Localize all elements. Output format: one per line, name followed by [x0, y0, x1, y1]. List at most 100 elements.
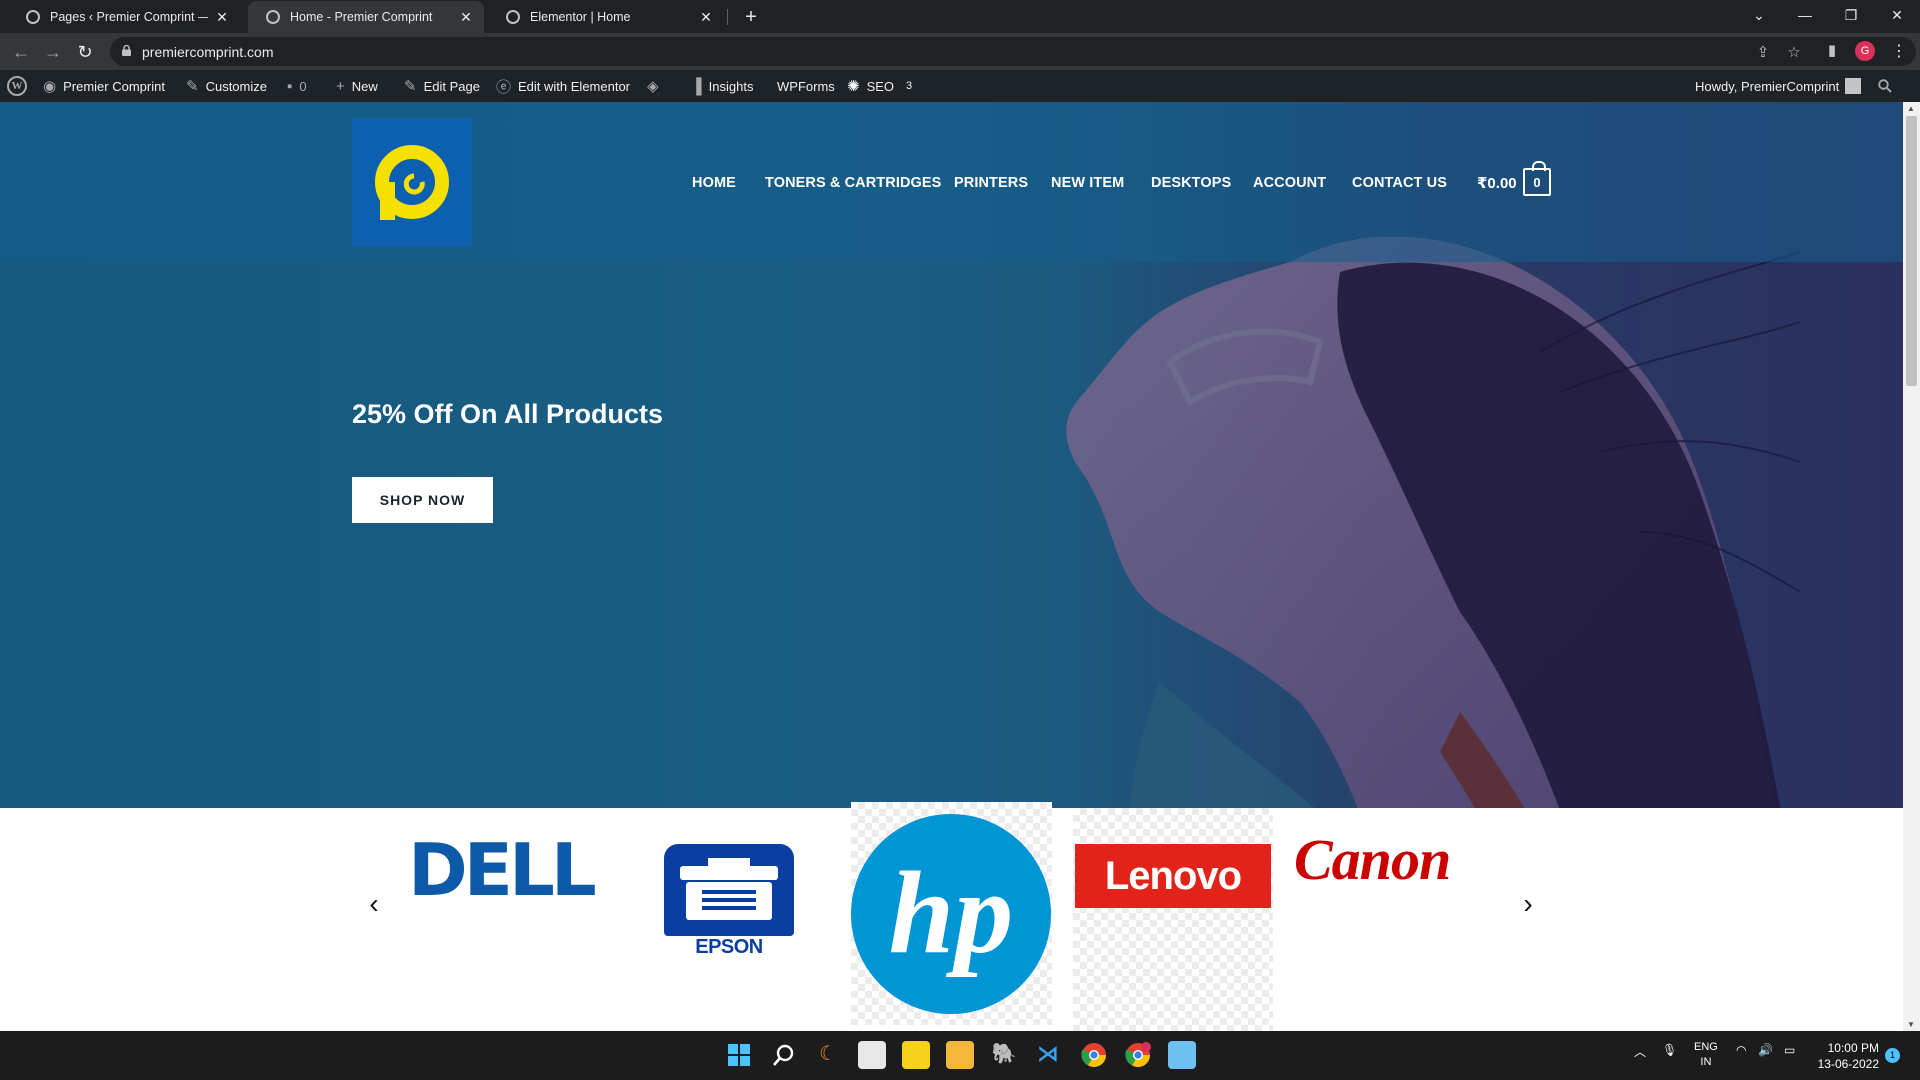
- snipping-tool-icon[interactable]: [858, 1041, 886, 1069]
- customize-label: Customize: [205, 78, 267, 94]
- chrome-profile-icon[interactable]: [1124, 1041, 1152, 1069]
- windows-taskbar: ☾ 🐘 ⋊ ︿ 🎙 ENG IN ◠ 🔊 ▭ 10:00 PM 13-06-20…: [0, 1031, 1920, 1080]
- cart-total[interactable]: ₹0.00: [1477, 174, 1517, 192]
- brand-epson-text: EPSON: [695, 936, 763, 958]
- restore-button[interactable]: ❐: [1828, 0, 1874, 30]
- logo-mark-icon: [375, 145, 449, 220]
- diamond-icon[interactable]: ◈: [647, 70, 666, 102]
- nav-contact-us[interactable]: CONTACT US: [1352, 175, 1447, 191]
- battery-icon[interactable]: ▭: [1784, 1043, 1795, 1057]
- close-window-button[interactable]: ✕: [1874, 0, 1920, 30]
- show-hidden-icons-chevron[interactable]: ︿: [1634, 1043, 1646, 1060]
- comments-count: 0: [299, 78, 307, 94]
- avatar: [1845, 78, 1862, 94]
- brand-dell-logo[interactable]: DELL: [408, 828, 608, 912]
- close-icon[interactable]: ✕: [698, 9, 714, 26]
- wordpress-logo-icon[interactable]: W: [7, 70, 27, 102]
- url-text[interactable]: premiercomprint.com: [142, 44, 273, 60]
- notepad-icon[interactable]: [1168, 1041, 1196, 1069]
- globe-icon: [266, 10, 280, 24]
- close-icon[interactable]: ✕: [214, 9, 230, 26]
- new-tab-button[interactable]: +: [738, 4, 764, 30]
- tab-search-chevron-icon[interactable]: ⌄: [1736, 0, 1782, 30]
- brand-canon-logo[interactable]: Canon: [1294, 826, 1504, 906]
- tab-separator: [727, 9, 728, 25]
- wp-admin-bar: W ◉ Premier Comprint ✎ Customize ▪ 0 + N…: [0, 70, 1920, 102]
- edit-page-label: Edit Page: [423, 78, 480, 94]
- nav-home[interactable]: HOME: [692, 175, 736, 191]
- admin-search-icon[interactable]: [1878, 70, 1892, 102]
- language-indicator[interactable]: ENG IN: [1694, 1040, 1718, 1070]
- tab-elementor[interactable]: Elementor | Home ✕: [488, 1, 724, 33]
- share-icon[interactable]: ⇪: [1753, 43, 1773, 61]
- bookmark-star-icon[interactable]: ☆: [1784, 43, 1804, 61]
- brand-hp-logo[interactable]: hp: [851, 802, 1052, 1025]
- system-clock[interactable]: 10:00 PM 13-06-2022: [1805, 1040, 1879, 1072]
- tab-home[interactable]: Home - Premier Comprint ✕: [248, 1, 484, 33]
- side-panel-icon[interactable]: ▮: [1822, 41, 1842, 59]
- wifi-icon[interactable]: ◠: [1736, 1043, 1746, 1057]
- lock-icon[interactable]: [122, 45, 131, 56]
- site-name-label: Premier Comprint: [63, 78, 165, 94]
- carousel-prev-icon[interactable]: ‹: [362, 889, 386, 919]
- nav-printers[interactable]: PRINTERS: [954, 175, 1028, 191]
- nav-desktops[interactable]: DESKTOPS: [1151, 175, 1231, 191]
- hp-mark-icon: hp: [851, 814, 1051, 1014]
- profile-avatar[interactable]: G: [1855, 41, 1875, 61]
- carousel-next-icon[interactable]: ›: [1516, 889, 1540, 919]
- comments-link[interactable]: ▪ 0: [287, 70, 307, 102]
- reload-button[interactable]: ↻: [72, 39, 98, 65]
- edit-page-link[interactable]: ✎ Edit Page: [404, 70, 480, 102]
- site-header: [0, 102, 1903, 262]
- comment-icon: ▪: [287, 77, 293, 95]
- wpforms-link[interactable]: WPForms: [777, 70, 835, 102]
- vscode-icon[interactable]: ⋊: [1034, 1041, 1062, 1069]
- scroll-down-icon[interactable]: ▼: [1907, 1020, 1915, 1029]
- wpforms-label: WPForms: [777, 78, 835, 94]
- eclipse-ide-icon[interactable]: ☾: [814, 1041, 842, 1069]
- chrome-icon[interactable]: [1080, 1041, 1108, 1069]
- scroll-thumb[interactable]: [1906, 116, 1917, 386]
- file-explorer-icon[interactable]: [946, 1041, 974, 1069]
- windows-start-icon[interactable]: [725, 1041, 753, 1069]
- brand-hp-text: hp: [889, 847, 1014, 978]
- menu-icon[interactable]: ⋮: [1891, 41, 1907, 61]
- notification-badge[interactable]: 1: [1885, 1048, 1900, 1063]
- address-bar[interactable]: premiercomprint.com ⇪ ☆: [110, 37, 1916, 66]
- shop-now-button[interactable]: SHOP NOW: [352, 477, 493, 523]
- brand-lenovo-logo[interactable]: Lenovo: [1073, 808, 1273, 1031]
- plus-icon: +: [336, 77, 345, 95]
- insights-link[interactable]: ▐ Insights: [691, 70, 753, 102]
- my-account-link[interactable]: Howdy, PremierComprint: [1695, 70, 1862, 102]
- pencil-icon: ✎: [404, 78, 417, 95]
- page-scrollbar[interactable]: ▲ ▼: [1903, 102, 1920, 1031]
- site-logo[interactable]: [352, 118, 472, 246]
- tab-title: Pages ‹ Premier Comprint — Wo: [50, 10, 208, 24]
- customize-link[interactable]: ✎ Customize: [186, 70, 267, 102]
- close-icon[interactable]: ✕: [458, 9, 474, 26]
- back-button[interactable]: ←: [8, 39, 34, 65]
- microphone-icon[interactable]: 🎙: [1662, 1043, 1677, 1057]
- brand-epson-logo[interactable]: EPSON: [664, 844, 794, 969]
- edit-elementor-link[interactable]: ⓔ Edit with Elementor: [496, 70, 630, 102]
- nav-toners-cartridges[interactable]: TONERS & CARTRIDGES: [765, 175, 941, 191]
- site-name-link[interactable]: ◉ Premier Comprint: [43, 70, 165, 102]
- globe-icon: [26, 10, 40, 24]
- volume-icon[interactable]: 🔊: [1758, 1043, 1773, 1057]
- browser-tab-strip: Pages ‹ Premier Comprint — Wo ✕ Home - P…: [0, 0, 1920, 33]
- nav-account[interactable]: ACCOUNT: [1253, 175, 1326, 191]
- cart-bag-icon[interactable]: 0: [1523, 161, 1551, 196]
- search-icon[interactable]: [770, 1041, 798, 1069]
- postgres-icon[interactable]: 🐘: [990, 1041, 1018, 1069]
- seo-link[interactable]: ✺ SEO 3: [847, 70, 912, 102]
- browser-toolbar: ← → ↻ premiercomprint.com ⇪ ☆ ▮ G ⋮: [0, 33, 1920, 70]
- forward-button[interactable]: →: [40, 39, 66, 65]
- sticky-notes-icon[interactable]: [902, 1041, 930, 1069]
- brand-carousel: ‹ DELL EPSON hp Lenovo Canon ›: [0, 802, 1903, 1031]
- new-content-link[interactable]: + New: [336, 70, 378, 102]
- minimize-button[interactable]: —: [1782, 0, 1828, 30]
- howdy-label: Howdy, PremierComprint: [1695, 78, 1840, 94]
- scroll-up-icon[interactable]: ▲: [1907, 104, 1915, 113]
- nav-new-item[interactable]: NEW ITEM: [1051, 175, 1124, 191]
- tab-pages[interactable]: Pages ‹ Premier Comprint — Wo ✕: [8, 1, 240, 33]
